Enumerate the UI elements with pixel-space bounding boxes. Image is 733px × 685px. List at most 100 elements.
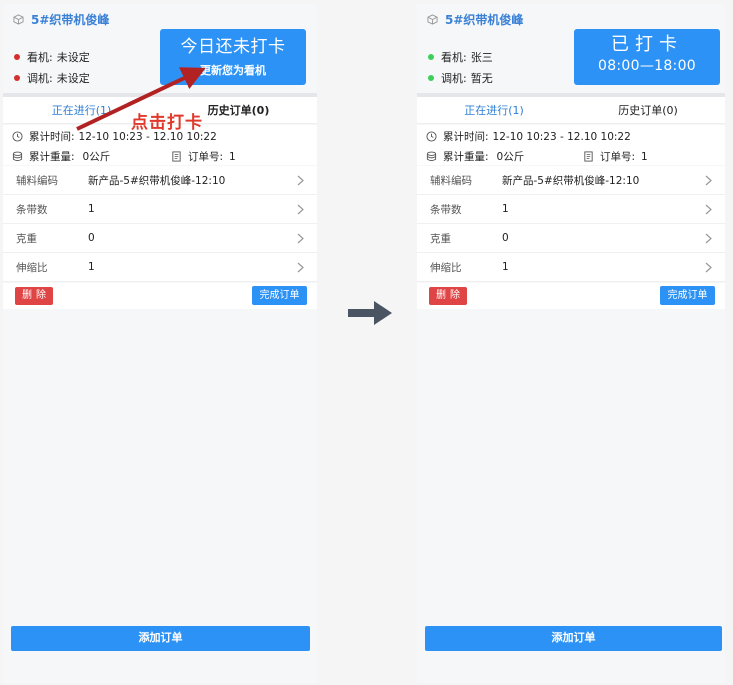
field-row-weight[interactable]: 克重 0	[3, 224, 317, 253]
field-value: 1	[88, 261, 95, 273]
field-name: 伸缩比	[430, 261, 462, 274]
tuner-label: 调机:	[27, 72, 53, 85]
operator-value: 未设定	[56, 51, 90, 64]
total-time-label: 累计时间:	[29, 131, 75, 143]
field-name: 辅料编码	[430, 174, 472, 187]
add-order-button[interactable]: 添加订单	[425, 626, 722, 651]
field-name: 条带数	[16, 203, 48, 216]
field-value: 0	[88, 232, 95, 244]
field-value: 新产品-5#织带机俊峰-12:10	[88, 174, 226, 187]
status-dot	[14, 54, 20, 60]
clock-icon	[426, 131, 437, 142]
screen-after: 5#织带机俊峰 看机: 张三 调机: 暂无 已打卡 08:00—18:00 正在…	[417, 4, 725, 683]
order-summary: 累计时间: 12-10 10:23 - 12.10 10:22 累计重量: 0公…	[417, 125, 725, 165]
order-fields: 辅料编码 新产品-5#织带机俊峰-12:10 条带数 1 克重 0 伸缩比 1	[3, 166, 317, 282]
field-row-material-code[interactable]: 辅料编码 新产品-5#织带机俊峰-12:10	[417, 166, 725, 195]
status-dot	[428, 54, 434, 60]
tab-in-progress[interactable]: 正在进行(1)	[417, 97, 571, 123]
order-number-row: 订单号: 1	[171, 149, 236, 164]
complete-order-button[interactable]: 完成订单	[252, 286, 307, 305]
chevron-right-icon	[705, 262, 712, 273]
operator-value: 张三	[470, 51, 493, 64]
field-name: 克重	[430, 232, 451, 245]
field-name: 伸缩比	[16, 261, 48, 274]
field-value: 1	[88, 203, 95, 215]
total-time-row: 累计时间: 12-10 10:23 - 12.10 10:22	[426, 129, 631, 144]
machine-title-text: 5#织带机俊峰	[31, 13, 110, 27]
total-weight-row: 累计重量: 0公斤	[426, 149, 524, 164]
tuner-status: 调机: 暂无	[428, 70, 493, 86]
field-name: 克重	[16, 232, 37, 245]
order-actions: 删除 完成订单	[3, 283, 317, 309]
complete-order-button[interactable]: 完成订单	[660, 286, 715, 305]
clock-in-title: 今日还未打卡	[180, 37, 286, 57]
operator-label: 看机:	[441, 51, 467, 64]
clock-in-button[interactable]: 今日还未打卡 更新您为看机	[160, 29, 306, 85]
order-fields: 辅料编码 新产品-5#织带机俊峰-12:10 条带数 1 克重 0 伸缩比 1	[417, 166, 725, 282]
order-actions: 删除 完成订单	[417, 283, 725, 309]
arrow-right-icon	[348, 301, 392, 325]
machine-title: 5#织带机俊峰	[427, 11, 523, 28]
machine-title-text: 5#织带机俊峰	[445, 13, 524, 27]
chevron-right-icon	[297, 262, 304, 273]
order-tabs: 正在进行(1) 历史订单(0)	[417, 97, 725, 124]
operator-label: 看机:	[27, 51, 53, 64]
database-icon	[12, 151, 23, 162]
order-number-value: 1	[641, 150, 648, 163]
document-icon	[172, 151, 181, 162]
field-row-weight[interactable]: 克重 0	[417, 224, 725, 253]
machine-title: 5#织带机俊峰	[13, 11, 109, 28]
cube-icon	[13, 14, 24, 25]
shift-time: 08:00—18:00	[598, 58, 696, 74]
tuner-label: 调机:	[441, 72, 467, 85]
total-weight-value: 0公斤	[496, 151, 525, 163]
clock-icon	[12, 131, 23, 142]
clocked-in-button[interactable]: 已打卡 08:00—18:00	[574, 29, 720, 85]
order-number-row: 订单号: 1	[583, 149, 648, 164]
chevron-right-icon	[705, 175, 712, 186]
tuner-status: 调机: 未设定	[14, 70, 90, 86]
add-order-button[interactable]: 添加订单	[11, 626, 310, 651]
order-number-value: 1	[229, 150, 236, 163]
field-name: 辅料编码	[16, 174, 58, 187]
field-value: 0	[502, 232, 509, 244]
delete-button[interactable]: 删除	[429, 287, 467, 305]
delete-button[interactable]: 删除	[15, 287, 53, 305]
chevron-right-icon	[705, 233, 712, 244]
operator-status: 看机: 未设定	[14, 49, 90, 65]
total-time-value: 12-10 10:23 - 12.10 10:22	[492, 130, 631, 143]
chevron-right-icon	[297, 175, 304, 186]
field-row-stretch-ratio[interactable]: 伸缩比 1	[3, 253, 317, 282]
database-icon	[426, 151, 437, 162]
status-dot	[14, 75, 20, 81]
total-weight-label: 累计重量:	[29, 151, 75, 163]
field-row-stretch-ratio[interactable]: 伸缩比 1	[417, 253, 725, 282]
tuner-value: 暂无	[470, 72, 493, 85]
field-value: 1	[502, 203, 509, 215]
field-row-strip-count[interactable]: 条带数 1	[3, 195, 317, 224]
machine-header: 5#织带机俊峰 看机: 未设定 调机: 未设定 今日还未打卡 更新您为看机	[3, 4, 317, 92]
tab-history[interactable]: 历史订单(0)	[571, 97, 725, 123]
machine-header: 5#织带机俊峰 看机: 张三 调机: 暂无 已打卡 08:00—18:00	[417, 4, 725, 92]
field-value: 新产品-5#织带机俊峰-12:10	[502, 174, 640, 187]
total-weight-value: 0公斤	[82, 151, 111, 163]
field-name: 条带数	[430, 203, 462, 216]
field-value: 1	[502, 261, 509, 273]
order-number-label: 订单号:	[188, 151, 224, 163]
clock-in-subtitle: 更新您为看机	[200, 64, 266, 77]
chevron-right-icon	[705, 204, 712, 215]
cube-icon	[427, 14, 438, 25]
order-number-label: 订单号:	[600, 151, 636, 163]
total-weight-row: 累计重量: 0公斤	[12, 149, 110, 164]
operator-status: 看机: 张三	[428, 49, 493, 65]
document-icon	[584, 151, 593, 162]
chevron-right-icon	[297, 233, 304, 244]
clocked-in-title: 已打卡	[611, 34, 683, 55]
annotation-label: 点击打卡	[131, 113, 203, 133]
total-time-label: 累计时间:	[443, 131, 489, 143]
status-dot	[428, 75, 434, 81]
tuner-value: 未设定	[56, 72, 90, 85]
field-row-material-code[interactable]: 辅料编码 新产品-5#织带机俊峰-12:10	[3, 166, 317, 195]
chevron-right-icon	[297, 204, 304, 215]
field-row-strip-count[interactable]: 条带数 1	[417, 195, 725, 224]
